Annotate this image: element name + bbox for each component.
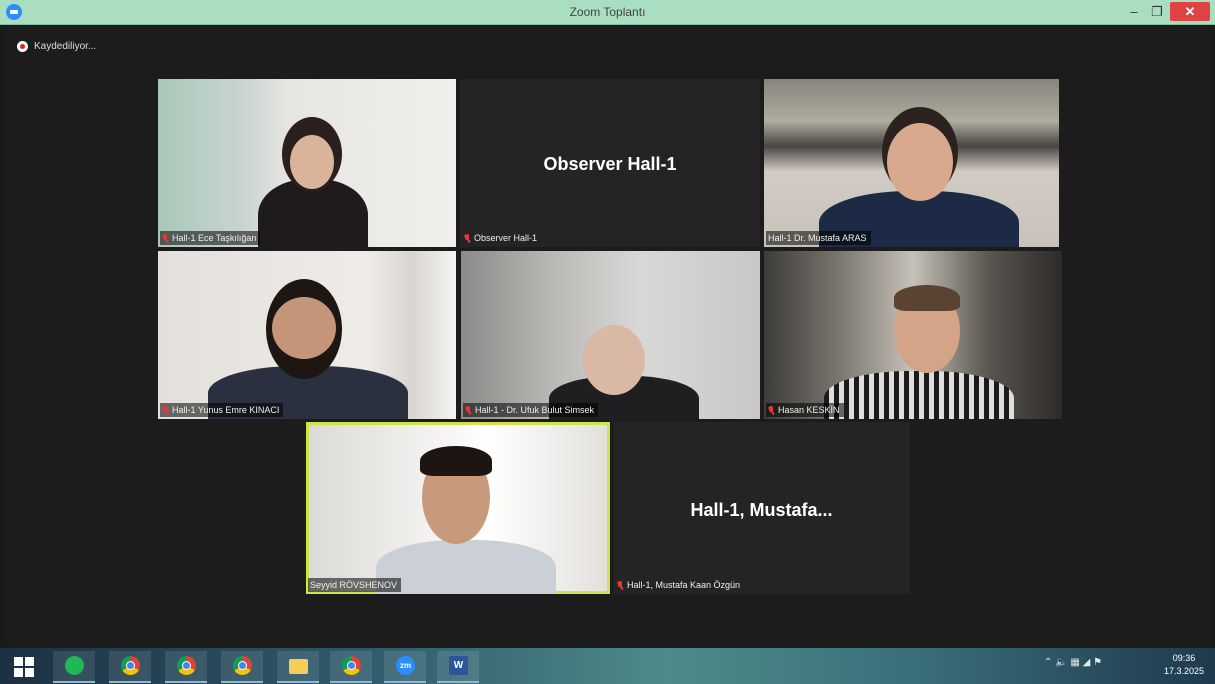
taskbar-chrome-2[interactable]	[165, 651, 207, 683]
word-icon: W	[449, 656, 468, 675]
record-icon	[17, 40, 28, 52]
start-button[interactable]	[14, 657, 34, 677]
spotify-icon	[65, 656, 84, 675]
mic-muted-icon	[465, 405, 471, 415]
window-title: Zoom Toplantı	[569, 5, 646, 19]
participant-name-label: Hall-1, Mustafa Kaan Özgün	[615, 578, 744, 592]
participant-name-label: Hall-1 Dr. Mustafa ARAS	[766, 231, 871, 245]
system-tray-icons[interactable]: ⌃ 🔈 ▦ ◢ ⚑	[1044, 657, 1102, 668]
participant-tile[interactable]: Hall-1 Ece Taşkılığan	[158, 79, 456, 247]
recording-label: Kaydediliyor...	[34, 40, 97, 52]
taskbar-chrome-1[interactable]	[109, 651, 151, 683]
window-titlebar: Zoom Toplantı – ❐ ✕	[0, 0, 1215, 25]
participant-name-label: Hasan KESKİN	[766, 403, 844, 417]
taskbar-spotify[interactable]	[53, 651, 95, 683]
taskbar-zoom[interactable]: zm	[384, 651, 426, 683]
participant-name-label: Observer Hall-1	[462, 231, 541, 245]
mic-muted-icon	[464, 233, 470, 243]
meeting-gallery: Kaydediliyor... Hall-1 Ece Taşkılığan Ob…	[5, 25, 1210, 647]
taskbar-chrome-4[interactable]	[330, 651, 372, 683]
participant-tile[interactable]: Hall-1 Dr. Mustafa ARAS	[764, 79, 1059, 247]
zoom-icon: zm	[396, 656, 415, 675]
mic-muted-icon	[617, 580, 623, 590]
recording-indicator[interactable]: Kaydediliyor...	[17, 38, 96, 54]
participant-big-name: Hall-1, Mustafa...	[690, 500, 833, 520]
taskbar-clock[interactable]: 09:36 17.3.2025	[1158, 652, 1210, 678]
mic-muted-icon	[162, 405, 168, 415]
chrome-icon	[233, 656, 252, 675]
chrome-icon	[121, 656, 140, 675]
folder-icon	[289, 659, 308, 674]
participant-tile[interactable]: Hall-1 - Dr. Ufuk Bulut Simsek	[461, 251, 760, 419]
participant-name-label: Seyyid RÖVSHENOV	[308, 578, 402, 592]
maximize-button[interactable]: ❐	[1148, 2, 1166, 21]
active-speaker-tile[interactable]: Seyyid RÖVSHENOV	[306, 422, 610, 594]
participant-tile[interactable]: Hall-1, Mustafa... Hall-1, Mustafa Kaan …	[613, 422, 910, 594]
taskbar-chrome-3[interactable]	[221, 651, 263, 683]
chrome-icon	[177, 656, 196, 675]
participant-tile[interactable]: Hasan KESKİN	[764, 251, 1062, 419]
mic-muted-icon	[162, 233, 168, 243]
chrome-icon	[342, 656, 361, 675]
windows-logo-icon	[14, 657, 23, 666]
windows-taskbar: zm W ⌃ 🔈 ▦ ◢ ⚑ 09:36 17.3.2025	[0, 648, 1215, 684]
taskbar-file-explorer[interactable]	[277, 651, 319, 683]
clock-time: 09:36	[1172, 653, 1196, 663]
participant-big-name: Observer Hall-1	[543, 154, 677, 174]
clock-date: 17.3.2025	[1163, 666, 1205, 676]
taskbar-word[interactable]: W	[437, 651, 479, 683]
participant-tile[interactable]: Hall-1 Yunus Emre KINACI	[158, 251, 456, 419]
close-button[interactable]: ✕	[1170, 2, 1210, 21]
participant-name-label: Hall-1 Yunus Emre KINACI	[160, 403, 284, 417]
participant-name-label: Hall-1 Ece Taşkılığan	[160, 231, 261, 245]
participant-tile[interactable]: Observer Hall-1 Observer Hall-1	[460, 79, 760, 247]
mic-muted-icon	[768, 405, 774, 415]
minimize-button[interactable]: –	[1125, 2, 1143, 21]
participant-name-label: Hall-1 - Dr. Ufuk Bulut Simsek	[463, 403, 599, 417]
